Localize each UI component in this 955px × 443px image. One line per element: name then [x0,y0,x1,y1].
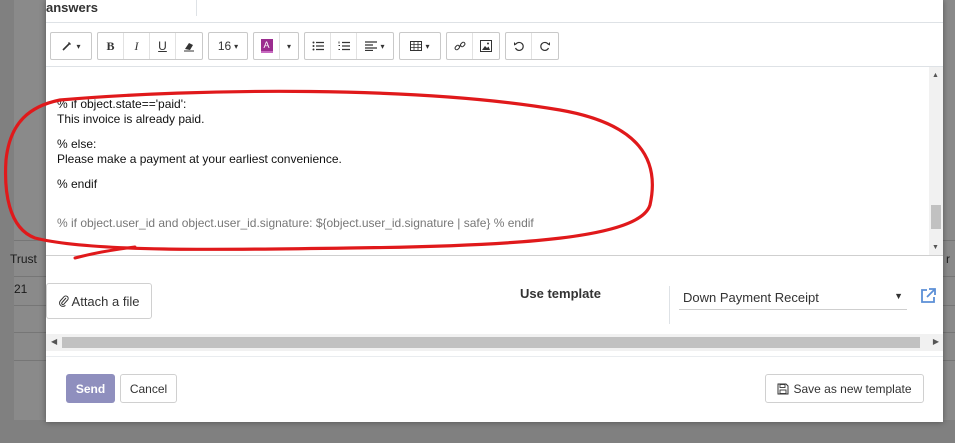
scroll-up-icon[interactable]: ▲ [932,72,939,79]
redo-icon [540,41,550,52]
style-dropdown-button[interactable]: ▾ [51,33,91,59]
editor-paragraph: % if object.user_id and object.user_id.s… [57,216,534,231]
editor-line: This invoice is already paid. [57,112,205,126]
bg-column-header: Trust [10,252,37,266]
field-label: answers [46,0,99,15]
floppy-disk-icon [777,383,789,394]
chevron-down-icon: ▾ [234,41,239,51]
font-size-dropdown[interactable]: 16 ▾ [209,33,247,59]
insert-image-button[interactable] [473,33,499,59]
divider [196,0,197,16]
insert-link-button[interactable] [447,33,473,59]
redo-button[interactable] [532,33,558,59]
undo-icon [513,41,524,52]
footer-divider [46,356,943,357]
cancel-button[interactable]: Cancel [120,374,177,403]
scrollbar-thumb[interactable] [931,205,941,229]
chevron-down-icon: ▾ [286,41,291,51]
font-color-button[interactable]: A [254,33,280,59]
history-group [505,32,559,60]
attach-file-button[interactable]: Attach a file [46,283,152,319]
table-group: ▾ [399,32,441,60]
scrollbar-thumb[interactable] [62,337,920,348]
chevron-down-icon: ▾ [425,41,430,51]
table-dropdown-button[interactable]: ▾ [400,33,440,59]
compose-email-dialog: answers ▾ B I U 16 ▾ A ▾ ▾ ▾ % if object… [46,0,943,422]
save-as-template-label: Save as new template [793,381,912,396]
editor-line: Please make a payment at your earliest c… [57,152,342,166]
paragraph-group: ▾ [304,32,394,60]
bold-button[interactable]: B [98,33,124,59]
unordered-list-button[interactable] [305,33,331,59]
editor-paragraph: % if object.state=='paid': This invoice … [57,97,534,127]
attach-file-label: Attach a file [71,293,140,309]
bg-column-header: r [946,252,950,266]
link-icon [454,41,465,51]
bg-cell: 21 [14,282,28,296]
eraser-icon [184,43,194,52]
style-group: ▾ [50,32,92,60]
caret-down-icon: ▼ [894,291,903,301]
chevron-down-icon: ▾ [76,41,81,51]
top-field-strip: answers [46,0,943,23]
ordered-list-button[interactable] [331,33,357,59]
editor-paragraph: % endif [57,177,534,192]
body-editor[interactable]: % if object.state=='paid': This invoice … [46,66,943,256]
editor-paragraph: % else: Please make a payment at your ea… [57,137,534,167]
chevron-down-icon: ▾ [380,41,385,51]
format-group: B I U [97,32,203,60]
editor-line: % if object.state=='paid': [57,97,187,111]
editor-toolbar: ▾ B I U 16 ▾ A ▾ ▾ ▾ [50,30,559,62]
table-icon [410,41,423,51]
use-template-label: Use template [520,286,601,301]
insert-group [446,32,500,60]
magic-wand-icon [62,42,72,51]
save-as-template-button[interactable]: Save as new template [765,374,924,403]
horizontal-scrollbar[interactable]: ◀ ▶ [46,334,943,351]
template-select-value: Down Payment Receipt [683,290,819,305]
font-size-value: 16 [217,39,232,53]
editor-content[interactable]: % if object.state=='paid': This invoice … [57,97,534,241]
template-select[interactable]: Down Payment Receipt ▼ [679,288,907,310]
bullet-list-icon [312,41,324,51]
send-button[interactable]: Send [66,374,115,403]
editor-line: % endif [57,177,98,191]
numbered-list-icon [338,41,350,51]
font-color-dropdown[interactable]: ▾ [280,33,298,59]
editor-line: % else: [57,137,97,151]
editor-vertical-scrollbar[interactable]: ▲ ▼ [929,67,943,255]
font-color-icon: A [260,39,273,53]
font-size-group: 16 ▾ [208,32,248,60]
image-icon [480,40,492,52]
align-left-icon [365,41,378,51]
paperclip-icon [58,295,69,307]
scroll-down-icon[interactable]: ▼ [932,244,939,251]
scroll-right-icon[interactable]: ▶ [933,337,939,346]
scroll-left-icon[interactable]: ◀ [51,337,57,346]
underline-button[interactable]: U [150,33,176,59]
editor-line: % if object.user_id and object.user_id.s… [57,216,534,230]
external-link-icon[interactable] [919,287,937,305]
align-dropdown-button[interactable]: ▾ [357,33,393,59]
undo-button[interactable] [506,33,532,59]
divider [669,286,670,324]
color-group: A ▾ [253,32,299,60]
italic-button[interactable]: I [124,33,150,59]
clear-format-button[interactable] [176,33,202,59]
